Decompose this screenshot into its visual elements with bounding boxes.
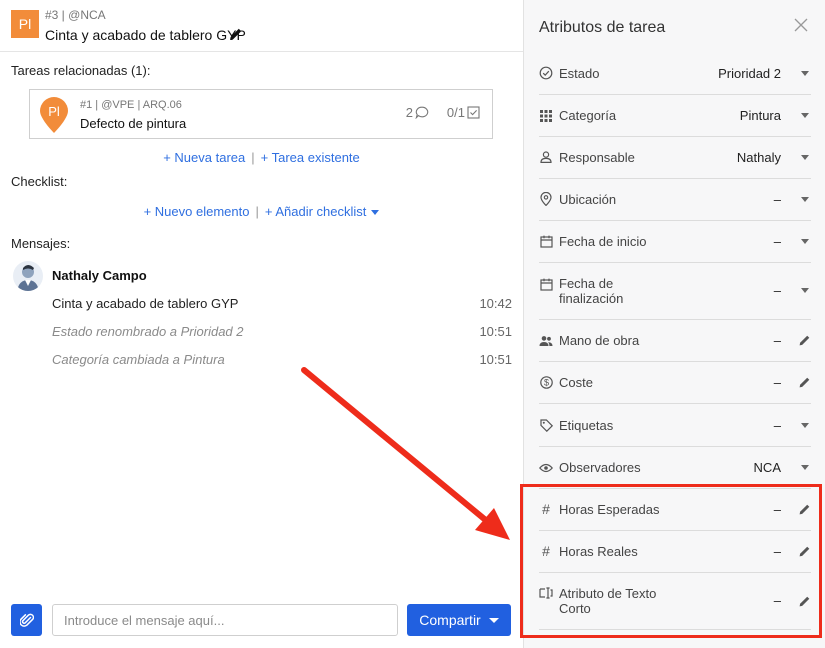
related-task-title: Defecto de pintura	[80, 116, 187, 131]
chevron-down-icon[interactable]	[799, 419, 811, 431]
checklist-label: Checklist:	[11, 174, 68, 189]
related-task-card[interactable]: Pl #1 | @VPE | ARQ.06 Defecto de pintura…	[29, 89, 493, 139]
share-button[interactable]: Compartir	[407, 604, 511, 636]
attr-value: –	[773, 418, 781, 433]
task-badge-pin-icon: Pl	[39, 97, 69, 136]
message-text: Categoría cambiada a Pintura	[52, 352, 225, 367]
attr-label: Estado	[559, 66, 600, 81]
checkbox-icon	[467, 106, 480, 119]
new-item-link[interactable]: + Nuevo elemento	[144, 204, 250, 219]
chevron-down-icon[interactable]	[799, 284, 811, 296]
attr-value: –	[773, 234, 781, 249]
attr-etiquetas[interactable]: Etiquetas –	[539, 404, 811, 447]
task-ref: #3 | @NCA	[45, 8, 106, 22]
attr-label: Observadores	[559, 460, 641, 475]
add-checklist-link[interactable]: + Añadir checklist	[265, 204, 367, 219]
add-checklist-caret-icon[interactable]	[371, 210, 380, 216]
message-text: Estado renombrado a Prioridad 2	[52, 324, 244, 339]
attr-label: Categoría	[559, 108, 617, 123]
attr-categoria[interactable]: Categoría Pintura	[539, 95, 811, 137]
attr-value: –	[773, 283, 781, 298]
chevron-down-icon[interactable]	[799, 109, 811, 121]
pencil-icon[interactable]	[799, 334, 811, 346]
attr-responsable[interactable]: Responsable Nathaly	[539, 137, 811, 179]
attr-value: –	[773, 375, 781, 390]
attr-fecha-finalizacion[interactable]: Fecha de finalización –	[539, 263, 811, 320]
attr-fecha-inicio[interactable]: Fecha de inicio –	[539, 221, 811, 263]
svg-text:$: $	[543, 377, 548, 387]
tag-icon	[539, 418, 553, 432]
check-circle-icon	[539, 66, 553, 80]
message-time: 10:51	[479, 352, 512, 367]
grid-icon	[539, 109, 553, 123]
message-author: Nathaly Campo	[52, 268, 147, 283]
messages-label: Mensajes:	[11, 236, 71, 251]
dollar-icon: $	[539, 375, 553, 389]
attr-estado[interactable]: Estado Prioridad 2	[539, 52, 811, 95]
calendar-icon	[539, 277, 553, 291]
attr-observadores[interactable]: Observadores NCA	[539, 447, 811, 489]
pencil-icon[interactable]	[799, 376, 811, 388]
attr-label: Etiquetas	[559, 418, 614, 433]
attr-label: Fecha de	[559, 276, 614, 291]
calendar-icon	[539, 234, 553, 248]
related-task-ref: #1 | @VPE | ARQ.06	[80, 99, 182, 111]
existing-task-link[interactable]: + Tarea existente	[261, 150, 360, 165]
attr-label: Ubicación	[559, 192, 617, 207]
attach-button[interactable]	[11, 604, 42, 636]
new-task-link[interactable]: + Nueva tarea	[163, 150, 245, 165]
chevron-down-icon[interactable]	[799, 235, 811, 247]
related-task-counters: 2 0/1	[406, 105, 480, 120]
location-pin-icon	[539, 192, 553, 206]
people-icon	[539, 334, 553, 348]
task-title[interactable]: Cinta y acabado de tablero GYP	[45, 27, 246, 43]
attr-value: –	[773, 192, 781, 207]
eye-icon	[539, 461, 553, 475]
related-task-badge: Pl	[48, 104, 60, 119]
task-detail-pane: Pl #3 | @NCA Cinta y acabado de tablero …	[0, 0, 523, 648]
highlight-box	[520, 484, 822, 638]
attr-ubicacion[interactable]: Ubicación –	[539, 179, 811, 221]
task-badge: Pl	[11, 10, 39, 38]
comment-count: 2	[405, 105, 413, 120]
attr-coste[interactable]: $ Coste –	[539, 362, 811, 404]
edit-title-pencil-icon[interactable]	[229, 27, 243, 44]
chevron-down-icon[interactable]	[799, 151, 811, 163]
avatar	[13, 261, 43, 291]
panel-title: Atributos de tarea	[539, 19, 666, 36]
message-text: Cinta y acabado de tablero GYP	[52, 296, 239, 311]
attr-label: Responsable	[559, 150, 635, 165]
checklist-count: 0/1	[446, 105, 465, 120]
checklist-links: + Nuevo elemento | + Añadir checklist	[0, 204, 523, 219]
comment-icon	[415, 106, 429, 119]
attr-label: Fecha de inicio	[559, 234, 647, 249]
message-input[interactable]	[52, 604, 398, 636]
paperclip-icon	[19, 613, 34, 627]
chevron-down-icon[interactable]	[799, 67, 811, 79]
chevron-down-icon[interactable]	[799, 193, 811, 205]
attr-value: –	[773, 333, 781, 348]
share-button-label: Compartir	[419, 612, 481, 628]
task-header: Pl #3 | @NCA Cinta y acabado de tablero …	[0, 0, 523, 52]
task-links: + Nueva tarea | + Tarea existente	[163, 150, 360, 165]
attr-label-line2: finalización	[559, 291, 624, 306]
message-time: 10:51	[479, 324, 512, 339]
attr-value: Prioridad 2	[718, 66, 781, 81]
attr-value: NCA	[753, 460, 781, 475]
chevron-down-icon[interactable]	[799, 461, 811, 473]
attr-value: Nathaly	[736, 150, 781, 165]
user-icon	[539, 150, 553, 164]
attr-value: Pintura	[739, 108, 781, 123]
attr-mano-de-obra[interactable]: Mano de obra –	[539, 320, 811, 362]
close-icon[interactable]	[793, 17, 809, 36]
share-caret-icon	[488, 617, 499, 623]
related-tasks-label: Tareas relacionadas (1):	[11, 63, 151, 78]
message-composer: Compartir	[0, 604, 523, 638]
message-time: 10:42	[479, 296, 512, 311]
attr-label: Mano de obra	[559, 333, 640, 348]
attr-label: Coste	[559, 375, 593, 390]
